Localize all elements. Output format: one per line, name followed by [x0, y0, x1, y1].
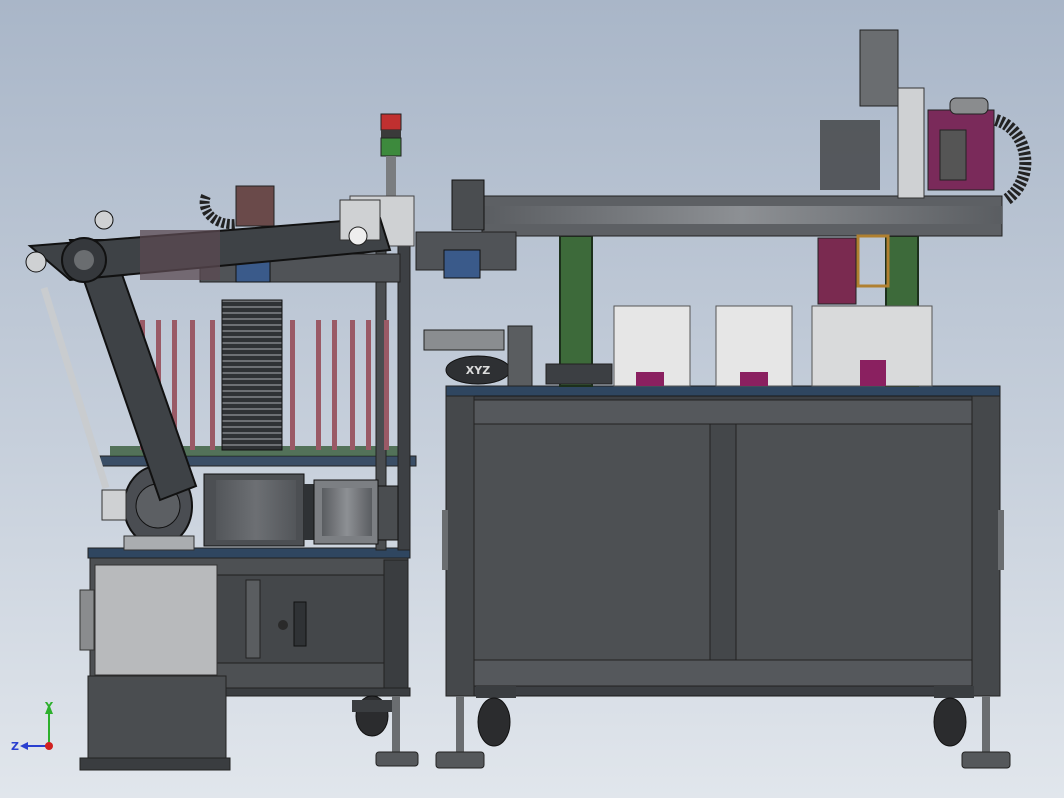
left-caster-mount	[352, 700, 392, 712]
signal-tower-red	[380, 113, 402, 131]
leveling-screw-left	[456, 696, 464, 752]
left-door-handle	[293, 601, 307, 647]
table-center-post	[709, 423, 737, 661]
process-module-1-accent	[636, 372, 664, 386]
cad-viewport[interactable]: XYZ Y Z	[0, 0, 1064, 798]
gripper-plate	[423, 329, 505, 351]
loader-motor	[451, 179, 485, 231]
left-door-hinge	[245, 579, 261, 659]
z-axis-column	[897, 87, 925, 199]
z-axis-head	[820, 29, 1032, 205]
left-leveling-foot	[375, 751, 419, 767]
table-door-right	[735, 423, 973, 661]
controller-box	[94, 564, 218, 676]
left-cabinet-post	[383, 559, 409, 693]
left-frame-post-right	[397, 239, 411, 551]
table-side-handle-right	[998, 510, 1004, 570]
robot-base-ring	[123, 535, 195, 551]
table-bottom-rail	[473, 659, 973, 687]
signal-tower-pole	[386, 156, 396, 198]
dispenser-frame	[856, 234, 890, 288]
leveling-foot-right	[961, 751, 1011, 769]
process-module-2-accent	[740, 372, 768, 386]
z-axis-motor	[859, 29, 899, 107]
view-triad[interactable]: Y Z	[11, 700, 54, 753]
triad-origin	[45, 742, 53, 750]
caster-mount-left	[476, 686, 516, 698]
table-door-left	[473, 423, 711, 661]
pneumatic-cluster	[820, 120, 880, 190]
z-axis-sensor	[939, 129, 967, 181]
valve-block-right	[443, 249, 481, 279]
xyz-nameplate: XYZ	[466, 364, 490, 377]
gantry-beam-profile	[482, 206, 1002, 224]
cable-chain-left	[199, 194, 237, 230]
process-modules	[613, 234, 933, 387]
signal-tower-green	[380, 137, 402, 157]
caster-wheel-left	[477, 697, 511, 747]
arm-end-cap	[25, 251, 47, 273]
arm-link-plate	[140, 230, 220, 280]
caster-mount-right	[934, 686, 974, 698]
left-cabinet-bottom-rail	[225, 687, 411, 697]
z-axis-cap	[949, 97, 989, 115]
signal-tower-gap	[381, 130, 401, 138]
elbow-joint-hub	[74, 250, 94, 270]
controller-side-panel	[79, 589, 95, 651]
leveling-screw-right	[982, 696, 990, 752]
left-door-lock	[278, 620, 288, 630]
left-leveling-screw	[392, 696, 400, 752]
left-cabinet	[79, 547, 419, 771]
triad-z-arrow	[20, 742, 28, 750]
magazine-stack	[221, 299, 283, 451]
robot-pedestal	[87, 675, 227, 769]
caster-wheel-right	[933, 697, 967, 747]
conveyor-segment	[545, 363, 613, 385]
robot-pedestal-foot	[79, 757, 231, 771]
robot-rotary-base	[101, 465, 399, 551]
dispenser-valves	[817, 237, 857, 305]
wrist-joint	[348, 226, 368, 246]
table-top-rail	[473, 399, 973, 425]
motor-end-cap	[377, 485, 399, 541]
table-left-post	[445, 395, 475, 697]
right-table	[435, 385, 1011, 769]
gripper-post	[507, 325, 533, 387]
triad-z-label: Z	[11, 740, 19, 753]
robot-base-cap	[101, 489, 127, 521]
table-right-post	[971, 395, 1001, 697]
table-side-handle-left	[442, 510, 448, 570]
leveling-foot-left	[435, 751, 485, 769]
dispense-station-accent	[860, 360, 886, 386]
coupling-flange	[304, 484, 314, 540]
table-top	[445, 385, 1001, 397]
cable-junction-box	[235, 185, 275, 227]
servo-motor-body	[322, 488, 372, 536]
cable-chain-right	[993, 114, 1032, 205]
arm-link-pin	[94, 210, 114, 230]
assembly-drawing: XYZ Y Z	[11, 29, 1032, 771]
gearbox-face	[216, 480, 296, 540]
triad-y-label: Y	[44, 700, 54, 713]
